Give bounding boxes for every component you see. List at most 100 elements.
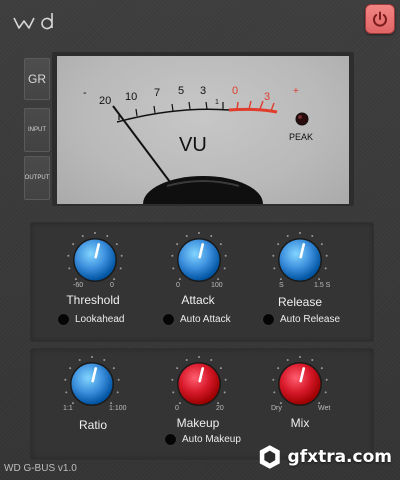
watermark: gfxtra.com — [258, 440, 392, 474]
auto-attack-toggle-indicator — [163, 314, 174, 325]
knob-scale-dot — [185, 234, 188, 237]
knob-scale-dot — [178, 278, 181, 281]
vu-label-0: 0 — [232, 85, 238, 97]
vu-label-1: 1 — [215, 99, 219, 106]
auto-attack-toggle[interactable]: Auto Attack — [163, 314, 231, 325]
knob-scale-dot — [320, 367, 323, 370]
meter-mode-output-button[interactable]: OUTPUT — [24, 156, 50, 200]
knob-scale-dot — [91, 356, 93, 358]
knob-scale-dot — [299, 356, 301, 358]
makeup-min-label: 0 — [175, 405, 179, 412]
knob-scale-dot — [176, 367, 179, 370]
ratio-max-label: 1:100 — [109, 405, 127, 412]
mix-min-label: Dry — [271, 405, 282, 412]
knob-scale-dot — [286, 358, 289, 361]
knob-scale-dot — [286, 234, 289, 237]
knob-scale-dot — [272, 254, 275, 257]
threshold-max-label: 0 — [110, 282, 114, 289]
meter-mode-input-button[interactable]: INPUT — [24, 108, 50, 152]
auto-makeup-toggle[interactable]: Auto Makeup — [165, 434, 241, 445]
vu-label-5: 5 — [178, 85, 184, 97]
knob-scale-dot — [320, 243, 323, 246]
power-icon — [373, 11, 387, 27]
knob-scale-dot — [176, 243, 179, 246]
ratio-min-label: 1:1 — [63, 405, 73, 412]
vu-red-zone-arc — [228, 107, 278, 114]
power-button[interactable] — [365, 4, 395, 34]
vu-label-7: 7 — [154, 87, 160, 99]
knob-scale-dot — [318, 402, 321, 405]
peak-label: PEAK — [289, 132, 313, 142]
watermark-logo-icon — [259, 445, 280, 469]
wd-logo — [13, 13, 53, 30]
vu-label-plus: + — [293, 86, 299, 97]
knob-scale-dot — [71, 402, 74, 405]
knob-scale-dot — [198, 356, 200, 358]
version-label: WD G-BUS v1.0 — [4, 463, 77, 474]
peak-led — [295, 112, 309, 126]
meter-mode-output-label: OUTPUT — [24, 175, 50, 181]
knob-body — [178, 239, 220, 281]
threshold-min-label: -60 — [73, 282, 84, 289]
knob-body — [279, 239, 321, 281]
makeup-max-label: 20 — [216, 405, 224, 412]
knob-scale-dot — [224, 378, 227, 381]
knob-scale-dot — [67, 254, 70, 257]
knob-scale-dot — [324, 391, 327, 394]
knob-body — [74, 239, 116, 281]
vu-meter: - 20 10 7 5 3 1 0 3 + VU PEAK — [57, 56, 349, 204]
mix-max-label: Wet — [318, 405, 331, 412]
release-min-label: S — [279, 282, 284, 289]
knob-scale-dot — [74, 278, 77, 281]
lookahead-toggle[interactable]: Lookahead — [58, 314, 125, 325]
knob-scale-dot — [106, 234, 109, 237]
knob-scale-dot — [277, 367, 280, 370]
vu-label-3: 3 — [200, 85, 206, 97]
knob-scale-dot — [223, 267, 226, 270]
attack-knob[interactable] — [169, 230, 229, 290]
meter-mode-gr-button[interactable]: GR — [24, 58, 50, 100]
knob-scale-dot — [185, 358, 188, 361]
vu-unit-label: VU — [179, 134, 207, 156]
knob-scale-dot — [272, 378, 275, 381]
knob-scale-dot — [69, 367, 72, 370]
threshold-knob[interactable] — [65, 230, 125, 290]
mix-label: Mix — [290, 416, 310, 430]
knob-scale-dot — [115, 243, 118, 246]
knob-scale-dot — [119, 267, 122, 270]
knob-scale-dot — [68, 267, 71, 270]
knob-scale-dot — [120, 254, 123, 257]
knob-scale-dot — [65, 391, 68, 394]
knob-scale-dot — [311, 358, 314, 361]
knob-scale-dot — [279, 402, 282, 405]
release-label: Release — [277, 295, 323, 309]
release-knob[interactable] — [270, 230, 330, 290]
auto-makeup-toggle-indicator — [165, 434, 176, 445]
knob-scale-dot — [210, 358, 213, 361]
knob-scale-dot — [198, 232, 200, 234]
knob-scale-dot — [112, 367, 115, 370]
knob-scale-dot — [172, 267, 175, 270]
vu-label-10: 10 — [125, 91, 137, 103]
auto-attack-label: Auto Attack — [180, 314, 231, 325]
knob-scale-dot — [219, 243, 222, 246]
auto-release-toggle[interactable]: Auto Release — [263, 314, 340, 325]
auto-makeup-label: Auto Makeup — [182, 434, 241, 445]
release-max-label: 1.5 S — [314, 282, 331, 289]
knob-scale-dot — [217, 402, 220, 405]
knob-scale-dot — [311, 234, 314, 237]
knob-body — [279, 363, 321, 405]
knob-scale-dot — [78, 358, 81, 361]
knob-scale-dot — [299, 232, 301, 234]
threshold-label: Threshold — [66, 293, 120, 307]
ratio-label: Ratio — [78, 418, 107, 432]
knob-scale-dot — [324, 267, 327, 270]
knob-scale-dot — [94, 232, 96, 234]
knob-scale-dot — [178, 402, 181, 405]
knob-scale-dot — [81, 234, 84, 237]
auto-release-toggle-indicator — [263, 314, 274, 325]
meter-mode-gr-label: GR — [28, 72, 46, 86]
knob-scale-dot — [72, 243, 75, 246]
vu-scale-arc — [116, 108, 230, 123]
knob-scale-dot — [64, 378, 67, 381]
